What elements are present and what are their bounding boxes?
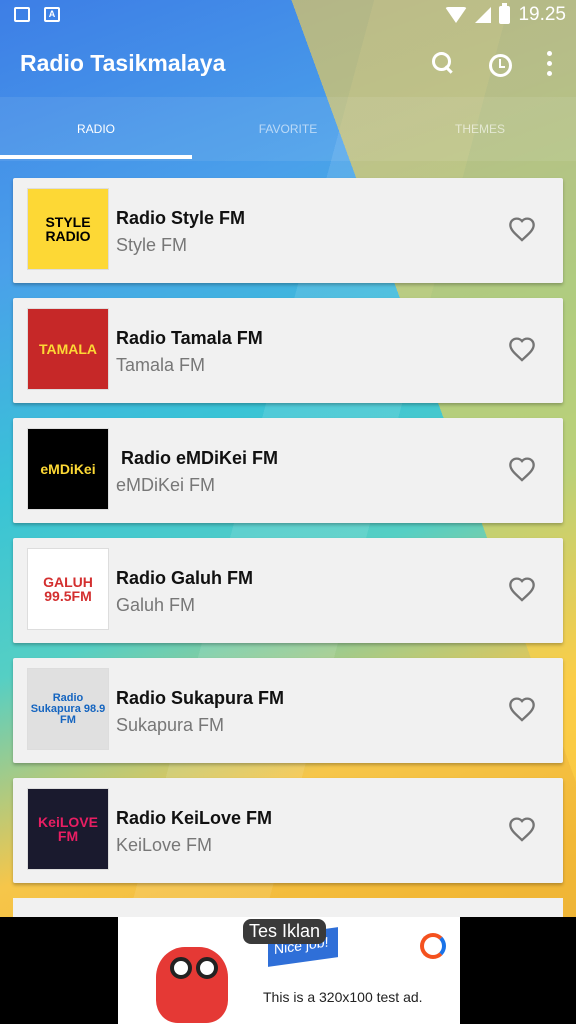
station-title: Radio Sukapura FM <box>116 688 285 708</box>
station-card[interactable]: GALUH 99.5FM Radio Galuh FM Galuh FM <box>13 538 563 643</box>
station-logo: KeiLOVE FM <box>27 788 109 870</box>
favorite-heart-icon[interactable] <box>508 456 536 482</box>
tab-indicator <box>0 155 192 159</box>
ad-tag: Tes Iklan <box>243 919 327 944</box>
station-card[interactable]: Radio Sukapura 98.9 FM Radio Sukapura FM S… <box>13 658 563 763</box>
station-card[interactable]: eMDiKei Radio eMDiKei FM eMDiKei FM <box>13 418 563 523</box>
tab-radio[interactable]: RADIO <box>0 97 192 161</box>
favorite-heart-icon[interactable] <box>508 696 536 722</box>
favorite-heart-icon[interactable] <box>508 576 536 602</box>
tab-bar: RADIO FAVORITE THEMES <box>0 97 576 161</box>
station-logo: GALUH 99.5FM <box>27 548 109 630</box>
station-subtitle: eMDiKei FM <box>116 475 216 495</box>
station-logo: Radio Sukapura 98.9 FM <box>27 668 109 750</box>
station-card[interactable]: TAMALA Radio Tamala FM Tamala FM <box>13 298 563 403</box>
station-title: Radio Galuh FM <box>116 568 253 588</box>
station-title: Radio Style FM <box>116 208 246 228</box>
app-bar: Radio Tasikmalaya <box>0 30 576 97</box>
station-title: Radio KeiLove FM <box>116 808 273 828</box>
station-subtitle: Style FM <box>116 235 188 255</box>
favorite-heart-icon[interactable] <box>508 816 536 842</box>
station-subtitle: Galuh FM <box>116 595 196 615</box>
battery-icon <box>499 3 511 24</box>
station-subtitle: KeiLove FM <box>116 835 213 855</box>
station-title: Radio eMDiKei FM <box>116 448 279 468</box>
alarm-icon[interactable] <box>486 50 514 78</box>
wifi-icon <box>445 7 468 23</box>
tab-favorite[interactable]: FAVORITE <box>192 97 384 161</box>
tab-themes[interactable]: THEMES <box>384 97 576 161</box>
font-notification-icon: A <box>44 7 60 22</box>
more-options-icon[interactable] <box>540 50 558 78</box>
ad-text: This is a 320x100 test ad. <box>263 989 423 1005</box>
station-card[interactable]: STYLE RADIO Radio Style FM Style FM <box>13 178 563 283</box>
search-icon[interactable] <box>430 50 458 78</box>
ad-box[interactable]: Nice job! Tes Iklan This is a 320x100 te… <box>118 917 460 1024</box>
station-card[interactable]: KeiLOVE FM Radio KeiLove FM KeiLove FM <box>13 778 563 883</box>
station-title: Radio Tamala FM <box>116 328 263 348</box>
app-title: Radio Tasikmalaya <box>20 50 226 76</box>
station-logo: eMDiKei <box>27 428 109 510</box>
ad-mascot-image <box>156 947 228 1023</box>
image-notification-icon <box>14 7 30 22</box>
favorite-heart-icon[interactable] <box>508 216 536 242</box>
status-time: 19.25 <box>518 4 566 25</box>
station-subtitle: Tamala FM <box>116 355 206 375</box>
status-bar: A 19.25 <box>0 0 576 30</box>
favorite-heart-icon[interactable] <box>508 336 536 362</box>
ad-logo-icon <box>420 933 446 959</box>
ad-banner: Nice job! Tes Iklan This is a 320x100 te… <box>0 917 576 1024</box>
station-logo: STYLE RADIO <box>27 188 109 270</box>
station-logo: TAMALA <box>27 308 109 390</box>
station-subtitle: Sukapura FM <box>116 715 225 735</box>
signal-icon <box>475 7 492 23</box>
